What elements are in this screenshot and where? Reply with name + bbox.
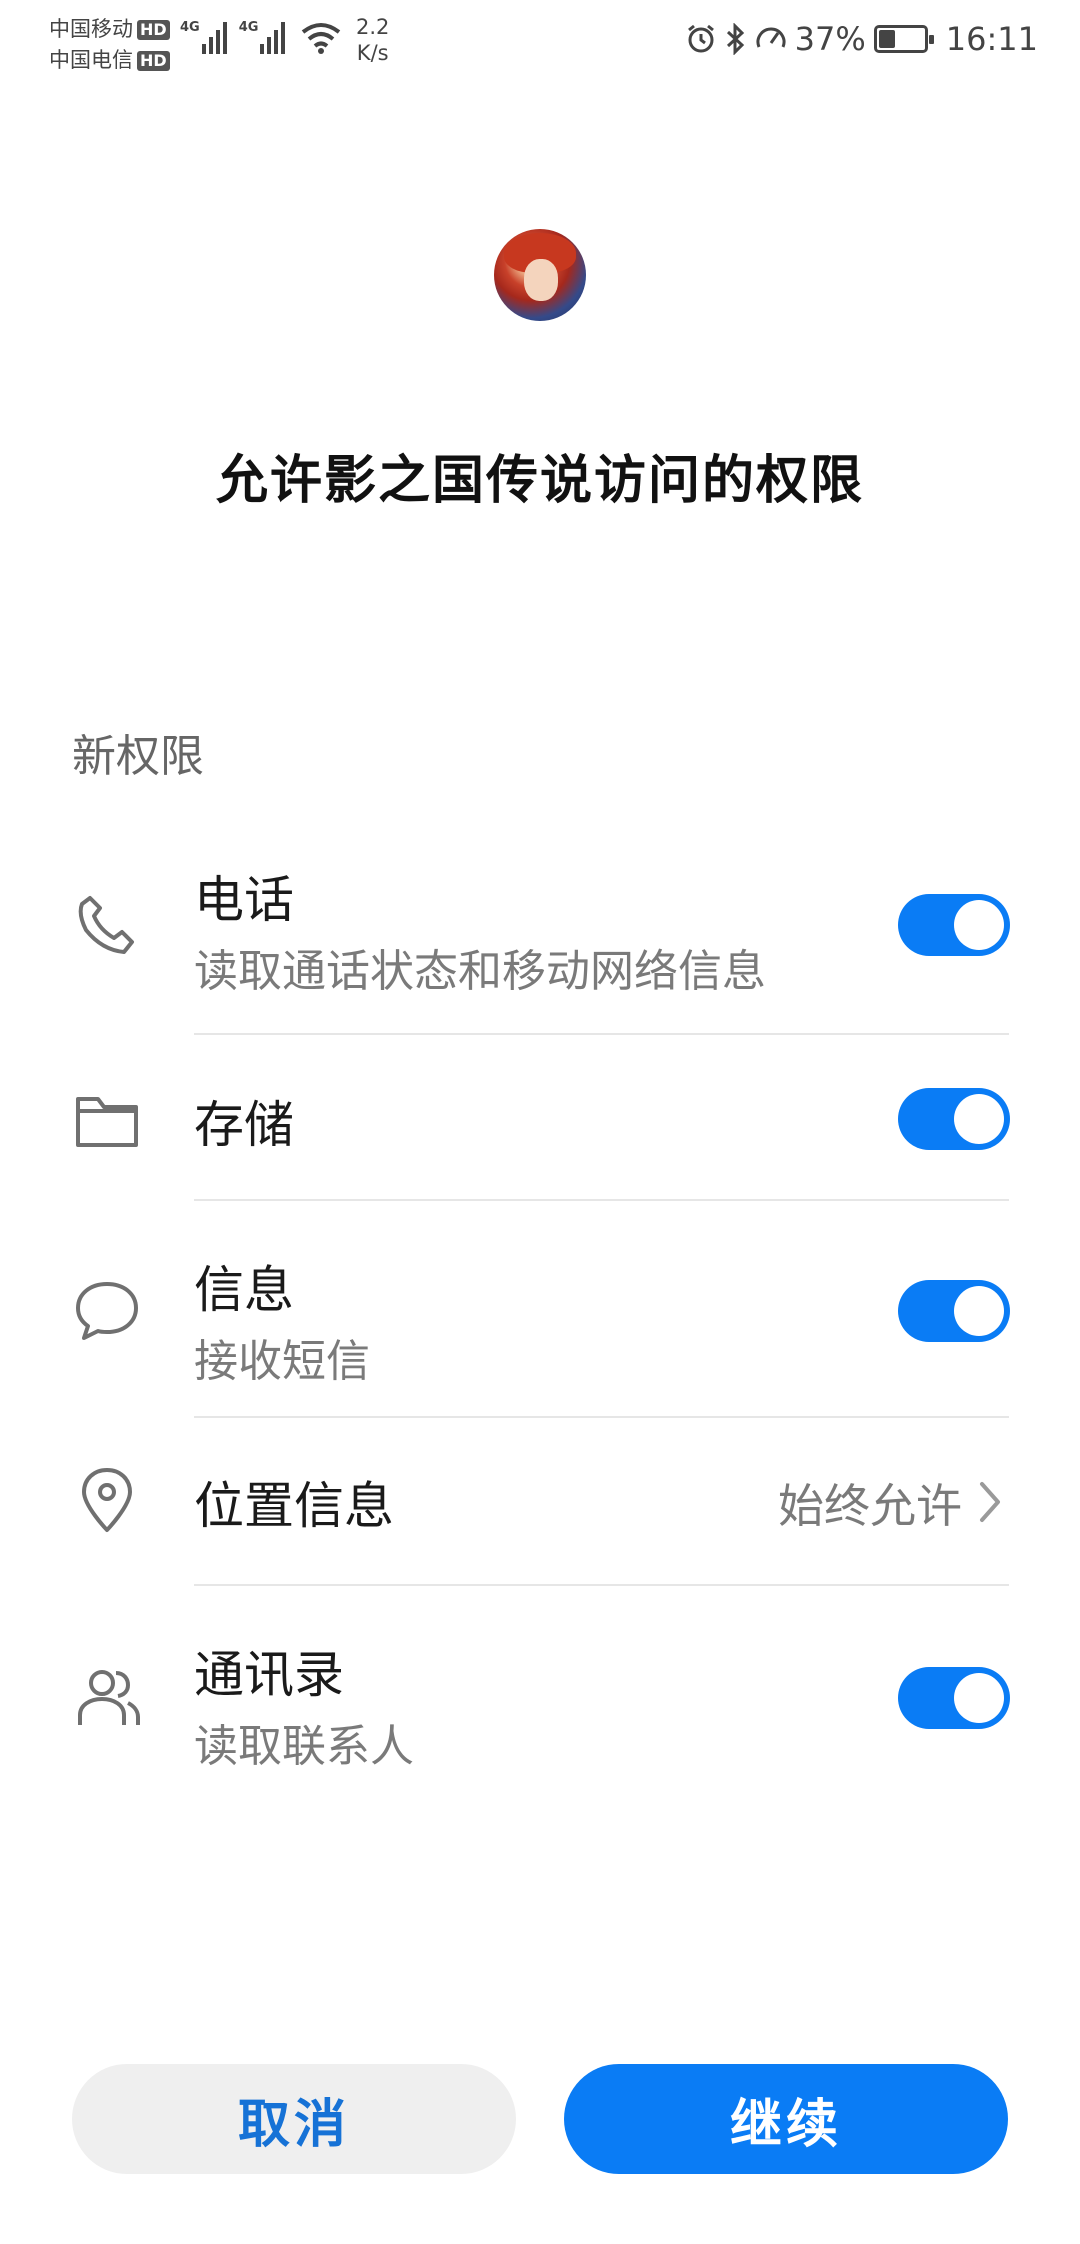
chevron-right-icon xyxy=(980,1482,1000,1522)
permission-page: 中国移动 HD 中国电信 HD 4G 4G 2.2 K/s 37% 16:11 … xyxy=(0,0,1080,2244)
status-bar: 中国移动 HD 中国电信 HD 4G 4G 2.2 K/s 37% 16:11 xyxy=(0,0,1080,90)
clock: 16:11 xyxy=(945,20,1038,58)
location-setting-value: 始终允许 xyxy=(778,1479,962,1533)
divider xyxy=(194,1416,1009,1418)
battery-icon xyxy=(873,25,934,53)
divider xyxy=(194,1033,1009,1035)
network-speed: 2.2 K/s xyxy=(356,14,389,66)
network-tag: 4G xyxy=(180,20,200,35)
alarm-icon xyxy=(687,24,714,53)
carrier-info: 中国移动 HD 中国电信 HD xyxy=(49,14,170,76)
app-icon xyxy=(494,229,586,321)
permission-title: 信息 xyxy=(194,1261,294,1319)
contacts-icon xyxy=(72,1663,142,1733)
carrier-2-label: 中国电信 xyxy=(49,48,133,72)
signal-indicators: 4G 4G xyxy=(180,20,341,54)
toggle-switch[interactable] xyxy=(898,1280,1010,1342)
permission-subtitle: 接收短信 xyxy=(194,1336,370,1387)
divider xyxy=(194,1199,1009,1201)
permission-title: 存储 xyxy=(194,1096,294,1154)
hd-badge: HD xyxy=(137,19,170,40)
wifi-icon xyxy=(302,23,341,54)
toggle-switch[interactable] xyxy=(898,894,1010,956)
toggle-switch[interactable] xyxy=(898,1088,1010,1150)
permission-title: 位置信息 xyxy=(194,1477,394,1535)
hd-badge: HD xyxy=(137,50,170,71)
permission-subtitle: 读取通话状态和移动网络信息 xyxy=(194,946,766,997)
divider xyxy=(194,1584,1009,1586)
message-icon xyxy=(72,1276,142,1346)
network-tag: 4G xyxy=(238,20,259,35)
location-icon xyxy=(72,1466,142,1536)
signal-bars-icon xyxy=(201,20,227,54)
battery-fill xyxy=(878,30,895,48)
signal-2: 4G xyxy=(239,20,286,54)
permission-subtitle: 读取联系人 xyxy=(194,1721,414,1772)
signal-1: 4G xyxy=(180,20,227,54)
speed-value: 2.2 xyxy=(356,15,390,39)
data-saver-icon xyxy=(756,27,786,48)
cancel-button[interactable]: 取消 xyxy=(72,2064,516,2174)
continue-button[interactable]: 继续 xyxy=(564,2064,1008,2174)
status-right: 37% 16:11 xyxy=(685,20,1038,58)
page-title: 允许影之国传说访问的权限 xyxy=(215,451,864,511)
battery-percent: 37% xyxy=(794,20,866,58)
toggle-switch[interactable] xyxy=(898,1667,1010,1729)
speed-unit: K/s xyxy=(356,41,389,65)
carrier-1-label: 中国移动 xyxy=(49,17,133,41)
permission-title: 通讯录 xyxy=(194,1646,344,1704)
bluetooth-icon xyxy=(726,23,744,55)
permission-title: 电话 xyxy=(194,871,294,929)
section-label: 新权限 xyxy=(72,731,204,782)
signal-bars-icon xyxy=(260,20,286,54)
phone-icon xyxy=(72,890,142,960)
folder-icon xyxy=(72,1085,142,1155)
